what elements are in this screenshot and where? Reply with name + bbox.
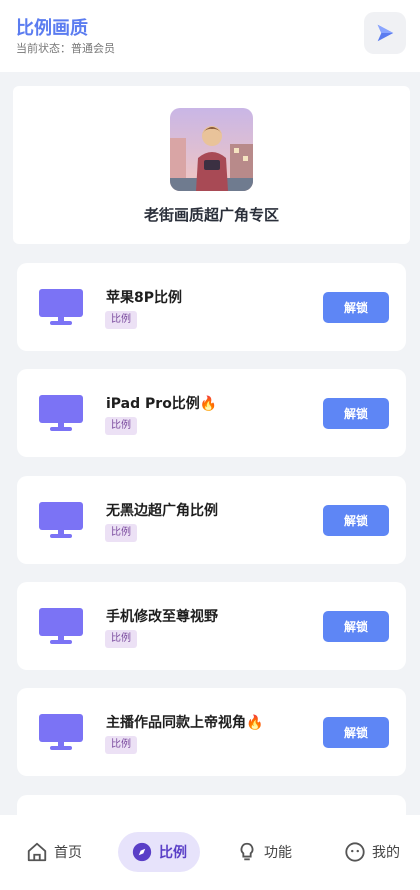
list-item: 苹果8P比例 比例 解锁 bbox=[17, 263, 406, 351]
home-icon bbox=[27, 842, 47, 862]
item-tag: 比例 bbox=[105, 311, 137, 329]
tab-label: 首页 bbox=[54, 845, 82, 861]
tab-label: 比例 bbox=[159, 845, 187, 861]
monitor-icon bbox=[39, 714, 83, 750]
tab-features[interactable]: 功能 bbox=[224, 832, 304, 872]
unlock-button[interactable]: 解锁 bbox=[323, 398, 389, 429]
app-header: 比例画质 当前状态：普通会员 bbox=[0, 0, 420, 72]
item-tag: 比例 bbox=[105, 630, 137, 648]
compass-icon bbox=[132, 842, 152, 862]
monitor-icon bbox=[39, 289, 83, 325]
item-tag: 比例 bbox=[105, 417, 137, 435]
tab-label: 功能 bbox=[264, 845, 292, 861]
item-title: 无黑边超广角比例 bbox=[106, 503, 218, 519]
avatar-illustration bbox=[170, 108, 253, 191]
lightbulb-icon bbox=[240, 842, 254, 861]
item-tag: 比例 bbox=[105, 524, 137, 542]
monitor-icon bbox=[39, 395, 83, 431]
play-icon bbox=[377, 24, 394, 42]
unlock-button[interactable]: 解锁 bbox=[323, 611, 389, 642]
list-item: 无黑边超广角比例 比例 解锁 bbox=[17, 476, 406, 564]
item-title: iPad Pro比例🔥 bbox=[106, 396, 218, 412]
tab-ratio[interactable]: 比例 bbox=[118, 832, 200, 872]
tab-label: 我的 bbox=[372, 845, 400, 861]
unlock-button[interactable]: 解锁 bbox=[323, 505, 389, 536]
item-title: 手机修改至尊视野 bbox=[106, 609, 218, 625]
page-title: 比例画质 bbox=[16, 18, 88, 39]
item-tag: 比例 bbox=[105, 736, 137, 754]
item-title: 苹果8P比例 bbox=[106, 290, 183, 306]
list-item: 主播作品同款上帝视角🔥 比例 解锁 bbox=[17, 688, 406, 776]
list-item: iPad Pro比例🔥 比例 解锁 bbox=[17, 369, 406, 457]
item-title: 主播作品同款上帝视角🔥 bbox=[106, 715, 264, 731]
monitor-icon bbox=[39, 608, 83, 644]
monitor-icon bbox=[39, 502, 83, 538]
unlock-button[interactable]: 解锁 bbox=[323, 717, 389, 748]
membership-status: 当前状态：普通会员 bbox=[16, 42, 115, 55]
hero-title: 老街画质超广角专区 bbox=[143, 206, 279, 224]
unlock-button[interactable]: 解锁 bbox=[323, 292, 389, 323]
tab-home[interactable]: 首页 bbox=[14, 832, 94, 872]
play-button[interactable] bbox=[364, 12, 406, 54]
tab-mine[interactable]: 我的 bbox=[332, 832, 412, 872]
hero-card: 老街画质超广角专区 bbox=[13, 86, 410, 244]
list-item: 手机修改至尊视野 比例 解锁 bbox=[17, 582, 406, 670]
face-icon bbox=[345, 842, 365, 862]
bottom-tab-bar: 首页 比例 功能 我的 bbox=[0, 815, 420, 890]
